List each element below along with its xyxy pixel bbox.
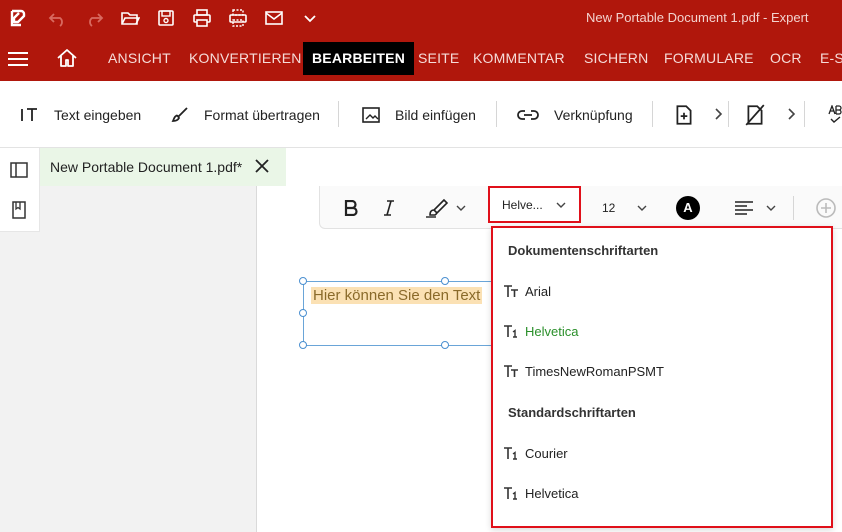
tab-ocr[interactable]: OCR [770,42,802,75]
chevron-right-icon[interactable] [713,107,723,121]
tab-sichern[interactable]: SICHERN [584,42,648,75]
link-button[interactable]: Verknüpfung [516,81,633,148]
truetype-font-icon [504,365,518,377]
chevron-down-icon [456,205,466,211]
font-option-arial[interactable]: Arial [503,280,551,302]
spellcheck-icon[interactable] [828,105,842,125]
align-left-icon [735,200,753,215]
bold-button[interactable] [344,186,358,229]
open-folder-icon[interactable] [112,0,148,36]
resize-handle[interactable] [441,341,449,349]
chevron-right-icon[interactable] [786,107,796,121]
left-rail [0,148,40,232]
add-page-icon[interactable] [673,104,695,126]
email-icon[interactable] [256,0,292,36]
resize-handle[interactable] [299,309,307,317]
tab-ansicht[interactable]: ANSICHT [108,42,171,75]
resize-handle[interactable] [441,277,449,285]
font-size-select[interactable]: 12 [602,186,647,229]
brush-icon [171,106,188,122]
text-cursor-icon [21,107,37,121]
font-color-badge: A [676,195,700,220]
format-painter-button[interactable]: Format übertragen [170,81,320,148]
tab-e-signatur[interactable]: E-S [820,42,842,75]
edit-toolbar: Text eingeben Format übertragen Bild ein… [0,81,842,148]
insert-image-label: Bild einfügen [395,106,476,123]
toolbar-divider [338,101,339,127]
home-icon[interactable] [56,48,78,68]
ribbon-tabs: ANSICHT KONVERTIEREN BEARBEITEN SEITE KO… [0,36,842,81]
toolbar-divider [793,196,794,220]
link-icon [517,109,539,120]
align-button[interactable] [734,186,776,229]
font-option-helvetica-standard[interactable]: Helvetica [503,482,578,504]
section-document-fonts: Dokumentenschriftarten [508,243,659,258]
app-logo-icon[interactable] [0,0,36,36]
chevron-down-icon [556,202,566,208]
section-standard-fonts: Standardschriftarten [508,405,636,420]
menu-icon[interactable] [8,52,28,66]
panel-toggle-icon[interactable] [9,160,29,180]
window-title: New Portable Document 1.pdf - Expert [586,10,809,25]
quick-access-chevron-icon[interactable] [292,0,328,36]
truetype-font-icon [504,285,518,297]
chevron-down-icon [766,205,776,211]
delete-page-icon[interactable] [744,104,766,126]
tab-kommentar[interactable]: KOMMENTAR [473,42,565,75]
title-bar: New Portable Document 1.pdf - Expert [0,0,842,36]
redo-icon[interactable] [76,0,112,36]
font-dropdown: Dokumentenschriftarten Arial Helvetica T… [491,226,833,528]
toolbar-divider [652,101,653,127]
toolbar-divider [804,101,805,127]
font-option-helvetica[interactable]: Helvetica [503,320,578,342]
insert-image-button[interactable]: Bild einfügen [361,81,476,148]
font-option-courier[interactable]: Courier [503,442,568,464]
resize-handle[interactable] [299,341,307,349]
link-label: Verknüpfung [554,106,633,123]
chevron-down-icon [637,205,647,211]
font-size-value: 12 [602,200,616,215]
highlight-button[interactable] [424,186,466,229]
font-family-value: Helve... [502,197,543,212]
italic-icon [384,199,394,216]
tab-seite[interactable]: SEITE [418,42,459,75]
image-icon [362,106,380,123]
italic-button[interactable] [382,186,396,229]
print-icon[interactable] [184,0,220,36]
scan-icon[interactable] [220,0,256,36]
text-input-button[interactable]: Text eingeben [20,81,141,148]
undo-icon[interactable] [40,0,76,36]
font-option-timesnewroman[interactable]: TimesNewRomanPSMT [503,360,664,382]
toolbar-divider [728,101,729,127]
resize-handle[interactable] [299,277,307,285]
font-color-button[interactable]: A [676,186,700,229]
font-family-select[interactable]: Helve... [488,186,581,223]
add-button[interactable] [815,186,837,229]
text-input-label: Text eingeben [54,106,142,123]
document-tab[interactable]: New Portable Document 1.pdf* [40,148,286,186]
highlighter-icon [426,198,448,218]
bold-icon [344,199,358,216]
format-painter-label: Format übertragen [204,106,320,123]
toolbar-divider [496,101,497,127]
bookmark-icon[interactable] [9,200,29,220]
type1-font-icon [504,447,517,460]
text-box[interactable]: Hier können Sie den Text [299,277,493,349]
tab-formulare[interactable]: FORMULARE [664,42,754,75]
type1-font-icon [504,325,517,338]
tab-bearbeiten[interactable]: BEARBEITEN [303,42,415,75]
document-tab-title: New Portable Document 1.pdf* [50,159,243,175]
add-circle-icon [816,197,836,218]
tab-konvertieren[interactable]: KONVERTIEREN [189,42,302,75]
save-icon[interactable] [148,0,184,36]
text-box-content[interactable]: Hier können Sie den Text [311,287,483,304]
close-icon[interactable] [254,158,270,174]
type1-font-icon [504,487,517,500]
